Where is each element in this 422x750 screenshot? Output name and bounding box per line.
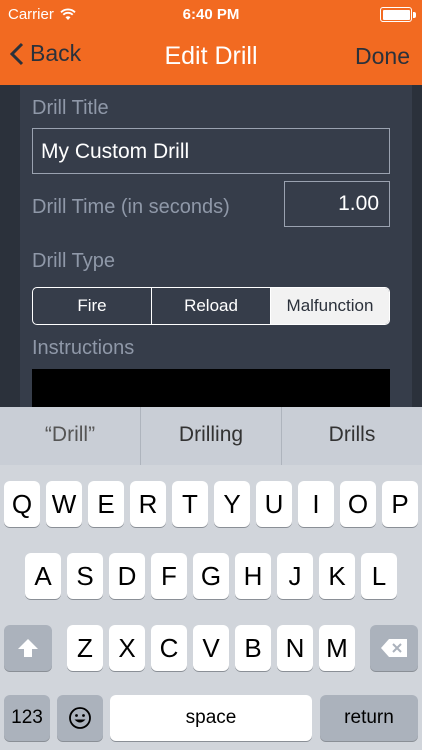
drill-form: Drill Title My Custom Drill Drill Time (… xyxy=(20,85,412,407)
key-w[interactable]: W xyxy=(46,481,82,527)
key-i[interactable]: I xyxy=(298,481,334,527)
keyboard: “Drill” Drilling Drills Q W E R T Y U I … xyxy=(0,407,422,750)
key-h[interactable]: H xyxy=(235,553,271,599)
status-time: 6:40 PM xyxy=(182,6,240,23)
navigation-bar: Carrier 6:40 PM Back Edit Drill Done xyxy=(0,0,422,85)
key-g[interactable]: G xyxy=(193,553,229,599)
emoji-icon xyxy=(69,707,91,729)
segment-reload[interactable]: Reload xyxy=(152,288,271,324)
suggestion-drill[interactable]: “Drill” xyxy=(0,407,141,465)
shift-icon xyxy=(18,639,38,657)
drill-type-segmented-control: Fire Reload Malfunction xyxy=(32,287,390,325)
key-t[interactable]: T xyxy=(172,481,208,527)
suggestion-bar: “Drill” Drilling Drills xyxy=(0,407,422,465)
key-a[interactable]: A xyxy=(25,553,61,599)
backspace-icon xyxy=(381,639,407,657)
numbers-key[interactable]: 123 xyxy=(4,695,50,741)
key-v[interactable]: V xyxy=(193,625,229,671)
key-k[interactable]: K xyxy=(319,553,355,599)
suggestion-drills[interactable]: Drills xyxy=(282,407,422,465)
status-bar: Carrier 6:40 PM xyxy=(0,0,422,30)
key-x[interactable]: X xyxy=(109,625,145,671)
instructions-label: Instructions xyxy=(32,337,135,359)
drill-time-input[interactable]: 1.00 xyxy=(284,181,390,227)
key-j[interactable]: J xyxy=(277,553,313,599)
key-u[interactable]: U xyxy=(256,481,292,527)
key-o[interactable]: O xyxy=(340,481,376,527)
key-c[interactable]: C xyxy=(151,625,187,671)
battery-icon xyxy=(380,7,416,22)
delete-key[interactable] xyxy=(370,625,418,671)
key-f[interactable]: F xyxy=(151,553,187,599)
drill-type-label: Drill Type xyxy=(32,250,115,272)
shift-key[interactable] xyxy=(4,625,52,671)
drill-title-input[interactable]: My Custom Drill xyxy=(32,128,390,174)
key-s[interactable]: S xyxy=(67,553,103,599)
drill-title-label: Drill Title xyxy=(32,97,109,119)
segment-fire[interactable]: Fire xyxy=(33,288,152,324)
drill-time-label: Drill Time (in seconds) xyxy=(32,196,230,218)
done-button[interactable]: Done xyxy=(355,43,410,70)
emoji-key[interactable] xyxy=(57,695,103,741)
key-n[interactable]: N xyxy=(277,625,313,671)
key-q[interactable]: Q xyxy=(4,481,40,527)
key-y[interactable]: Y xyxy=(214,481,250,527)
key-d[interactable]: D xyxy=(109,553,145,599)
instructions-textarea[interactable] xyxy=(32,369,390,407)
space-key[interactable]: space xyxy=(110,695,312,741)
suggestion-drilling[interactable]: Drilling xyxy=(141,407,282,465)
key-l[interactable]: L xyxy=(361,553,397,599)
key-z[interactable]: Z xyxy=(67,625,103,671)
return-key[interactable]: return xyxy=(320,695,418,741)
key-m[interactable]: M xyxy=(319,625,355,671)
key-b[interactable]: B xyxy=(235,625,271,671)
key-r[interactable]: R xyxy=(130,481,166,527)
key-p[interactable]: P xyxy=(382,481,418,527)
key-e[interactable]: E xyxy=(88,481,124,527)
segment-malfunction[interactable]: Malfunction xyxy=(271,288,389,324)
